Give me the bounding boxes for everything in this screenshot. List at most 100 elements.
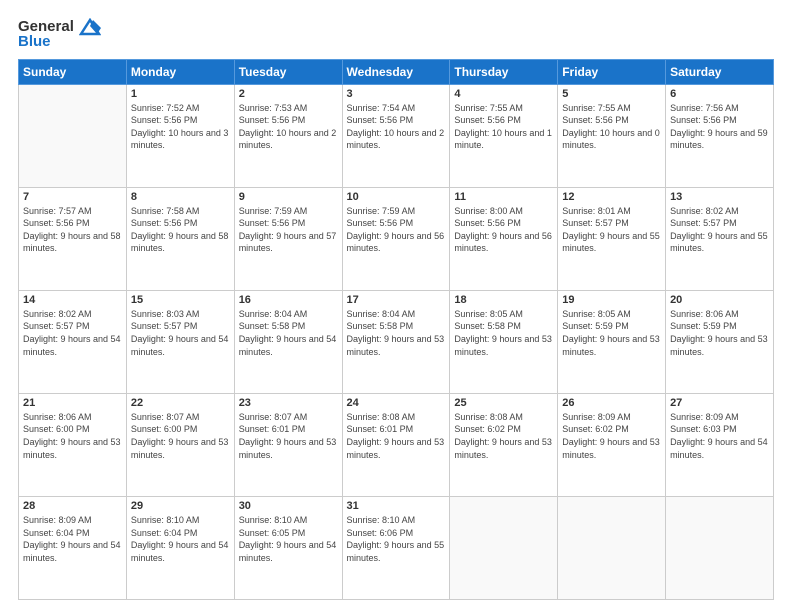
weekday-header-saturday: Saturday xyxy=(666,59,774,84)
sunset-text: Sunset: 6:01 PM xyxy=(239,423,338,436)
sunrise-text: Sunrise: 7:56 AM xyxy=(670,102,769,115)
sunset-text: Sunset: 5:56 PM xyxy=(670,114,769,127)
day-cell: 21 Sunrise: 8:06 AM Sunset: 6:00 PM Dayl… xyxy=(19,393,127,496)
day-info: Sunrise: 8:10 AM Sunset: 6:06 PM Dayligh… xyxy=(347,514,446,564)
day-info: Sunrise: 7:54 AM Sunset: 5:56 PM Dayligh… xyxy=(347,102,446,152)
week-row-2: 7 Sunrise: 7:57 AM Sunset: 5:56 PM Dayli… xyxy=(19,187,774,290)
sunset-text: Sunset: 6:00 PM xyxy=(23,423,122,436)
day-info: Sunrise: 7:56 AM Sunset: 5:56 PM Dayligh… xyxy=(670,102,769,152)
sunset-text: Sunset: 6:03 PM xyxy=(670,423,769,436)
sunrise-text: Sunrise: 8:05 AM xyxy=(454,308,553,321)
day-number: 11 xyxy=(454,191,553,203)
day-info: Sunrise: 7:52 AM Sunset: 5:56 PM Dayligh… xyxy=(131,102,230,152)
daylight-text: Daylight: 9 hours and 54 minutes. xyxy=(23,539,122,564)
daylight-text: Daylight: 9 hours and 53 minutes. xyxy=(670,333,769,358)
day-info: Sunrise: 8:06 AM Sunset: 5:59 PM Dayligh… xyxy=(670,308,769,358)
day-info: Sunrise: 7:59 AM Sunset: 5:56 PM Dayligh… xyxy=(347,205,446,255)
daylight-text: Daylight: 9 hours and 55 minutes. xyxy=(670,230,769,255)
day-cell: 25 Sunrise: 8:08 AM Sunset: 6:02 PM Dayl… xyxy=(450,393,558,496)
day-cell: 7 Sunrise: 7:57 AM Sunset: 5:56 PM Dayli… xyxy=(19,187,127,290)
sunset-text: Sunset: 5:58 PM xyxy=(454,320,553,333)
day-number: 13 xyxy=(670,191,769,203)
logo: General Blue xyxy=(18,18,101,51)
day-cell: 13 Sunrise: 8:02 AM Sunset: 5:57 PM Dayl… xyxy=(666,187,774,290)
day-cell: 2 Sunrise: 7:53 AM Sunset: 5:56 PM Dayli… xyxy=(234,84,342,187)
daylight-text: Daylight: 9 hours and 53 minutes. xyxy=(562,436,661,461)
day-number: 19 xyxy=(562,294,661,306)
sunrise-text: Sunrise: 7:59 AM xyxy=(239,205,338,218)
week-row-5: 28 Sunrise: 8:09 AM Sunset: 6:04 PM Dayl… xyxy=(19,496,774,599)
sunrise-text: Sunrise: 7:59 AM xyxy=(347,205,446,218)
sunrise-text: Sunrise: 8:03 AM xyxy=(131,308,230,321)
sunset-text: Sunset: 5:56 PM xyxy=(454,114,553,127)
daylight-text: Daylight: 9 hours and 55 minutes. xyxy=(347,539,446,564)
weekday-header-row: SundayMondayTuesdayWednesdayThursdayFrid… xyxy=(19,59,774,84)
sunset-text: Sunset: 5:57 PM xyxy=(562,217,661,230)
logo-blue: Blue xyxy=(18,34,101,51)
day-info: Sunrise: 8:04 AM Sunset: 5:58 PM Dayligh… xyxy=(239,308,338,358)
day-info: Sunrise: 8:04 AM Sunset: 5:58 PM Dayligh… xyxy=(347,308,446,358)
day-cell xyxy=(19,84,127,187)
sunrise-text: Sunrise: 8:10 AM xyxy=(239,514,338,527)
daylight-text: Daylight: 9 hours and 54 minutes. xyxy=(670,436,769,461)
sunset-text: Sunset: 5:56 PM xyxy=(239,114,338,127)
sunset-text: Sunset: 6:02 PM xyxy=(454,423,553,436)
daylight-text: Daylight: 9 hours and 54 minutes. xyxy=(239,539,338,564)
day-number: 3 xyxy=(347,88,446,100)
day-number: 20 xyxy=(670,294,769,306)
sunset-text: Sunset: 5:56 PM xyxy=(23,217,122,230)
daylight-text: Daylight: 10 hours and 3 minutes. xyxy=(131,127,230,152)
sunset-text: Sunset: 6:05 PM xyxy=(239,527,338,540)
sunrise-text: Sunrise: 8:06 AM xyxy=(670,308,769,321)
daylight-text: Daylight: 9 hours and 56 minutes. xyxy=(347,230,446,255)
sunrise-text: Sunrise: 8:07 AM xyxy=(131,411,230,424)
weekday-header-thursday: Thursday xyxy=(450,59,558,84)
weekday-header-friday: Friday xyxy=(558,59,666,84)
day-number: 2 xyxy=(239,88,338,100)
day-number: 18 xyxy=(454,294,553,306)
header: General Blue xyxy=(18,18,774,51)
day-info: Sunrise: 7:59 AM Sunset: 5:56 PM Dayligh… xyxy=(239,205,338,255)
day-number: 21 xyxy=(23,397,122,409)
sunrise-text: Sunrise: 8:00 AM xyxy=(454,205,553,218)
day-cell: 10 Sunrise: 7:59 AM Sunset: 5:56 PM Dayl… xyxy=(342,187,450,290)
daylight-text: Daylight: 9 hours and 53 minutes. xyxy=(454,333,553,358)
day-info: Sunrise: 7:58 AM Sunset: 5:56 PM Dayligh… xyxy=(131,205,230,255)
day-info: Sunrise: 8:01 AM Sunset: 5:57 PM Dayligh… xyxy=(562,205,661,255)
sunset-text: Sunset: 6:01 PM xyxy=(347,423,446,436)
weekday-header-tuesday: Tuesday xyxy=(234,59,342,84)
sunrise-text: Sunrise: 7:55 AM xyxy=(562,102,661,115)
day-number: 5 xyxy=(562,88,661,100)
day-info: Sunrise: 8:00 AM Sunset: 5:56 PM Dayligh… xyxy=(454,205,553,255)
daylight-text: Daylight: 9 hours and 54 minutes. xyxy=(23,333,122,358)
daylight-text: Daylight: 9 hours and 59 minutes. xyxy=(670,127,769,152)
day-info: Sunrise: 8:02 AM Sunset: 5:57 PM Dayligh… xyxy=(23,308,122,358)
sunset-text: Sunset: 5:57 PM xyxy=(131,320,230,333)
sunset-text: Sunset: 6:00 PM xyxy=(131,423,230,436)
day-info: Sunrise: 8:05 AM Sunset: 5:59 PM Dayligh… xyxy=(562,308,661,358)
sunset-text: Sunset: 5:58 PM xyxy=(347,320,446,333)
day-cell: 1 Sunrise: 7:52 AM Sunset: 5:56 PM Dayli… xyxy=(126,84,234,187)
day-cell: 23 Sunrise: 8:07 AM Sunset: 6:01 PM Dayl… xyxy=(234,393,342,496)
daylight-text: Daylight: 9 hours and 53 minutes. xyxy=(347,436,446,461)
day-number: 6 xyxy=(670,88,769,100)
daylight-text: Daylight: 9 hours and 54 minutes. xyxy=(131,539,230,564)
sunrise-text: Sunrise: 8:09 AM xyxy=(562,411,661,424)
day-cell: 20 Sunrise: 8:06 AM Sunset: 5:59 PM Dayl… xyxy=(666,290,774,393)
day-cell: 31 Sunrise: 8:10 AM Sunset: 6:06 PM Dayl… xyxy=(342,496,450,599)
daylight-text: Daylight: 9 hours and 53 minutes. xyxy=(239,436,338,461)
sunrise-text: Sunrise: 8:08 AM xyxy=(347,411,446,424)
sunset-text: Sunset: 5:56 PM xyxy=(347,114,446,127)
sunrise-text: Sunrise: 8:04 AM xyxy=(347,308,446,321)
sunrise-text: Sunrise: 7:55 AM xyxy=(454,102,553,115)
calendar-table: SundayMondayTuesdayWednesdayThursdayFrid… xyxy=(18,59,774,600)
day-cell: 19 Sunrise: 8:05 AM Sunset: 5:59 PM Dayl… xyxy=(558,290,666,393)
day-cell: 12 Sunrise: 8:01 AM Sunset: 5:57 PM Dayl… xyxy=(558,187,666,290)
sunset-text: Sunset: 6:04 PM xyxy=(131,527,230,540)
day-number: 17 xyxy=(347,294,446,306)
day-info: Sunrise: 8:07 AM Sunset: 6:00 PM Dayligh… xyxy=(131,411,230,461)
day-info: Sunrise: 8:10 AM Sunset: 6:04 PM Dayligh… xyxy=(131,514,230,564)
day-number: 1 xyxy=(131,88,230,100)
week-row-3: 14 Sunrise: 8:02 AM Sunset: 5:57 PM Dayl… xyxy=(19,290,774,393)
day-number: 28 xyxy=(23,500,122,512)
